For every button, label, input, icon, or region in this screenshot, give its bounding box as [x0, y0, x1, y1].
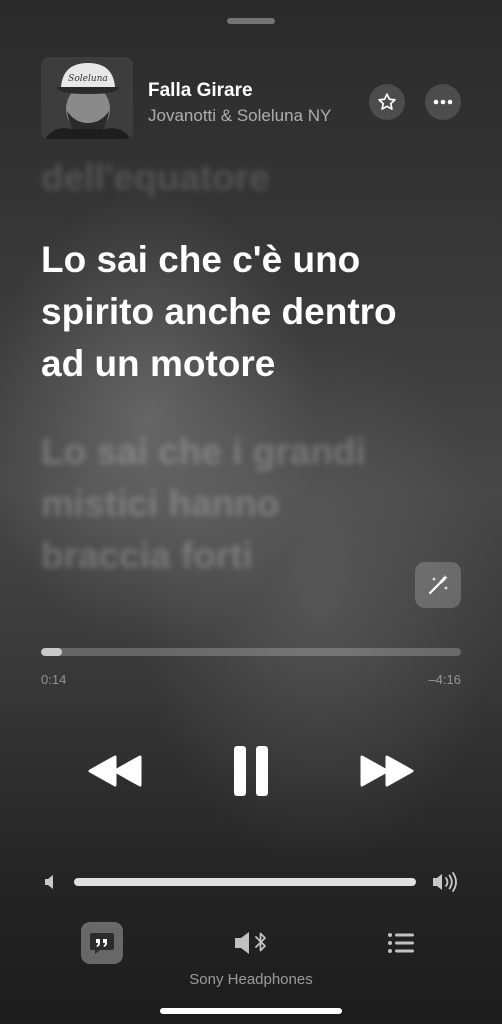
- volume-slider[interactable]: [74, 878, 416, 886]
- home-indicator[interactable]: [160, 1008, 342, 1014]
- pause-icon: [234, 746, 268, 796]
- queue-button[interactable]: [384, 928, 418, 958]
- lyric-current-line: ad un motore: [41, 343, 276, 384]
- lyrics-quote-icon: [90, 933, 114, 954]
- magic-wand-icon: [428, 575, 448, 595]
- lyric-next-line[interactable]: braccia forti: [41, 530, 253, 582]
- output-device-button[interactable]: [228, 926, 274, 960]
- album-art[interactable]: Soleluna: [41, 57, 133, 139]
- remaining-time: –4:16: [428, 672, 461, 687]
- bluetooth-speaker-icon: [235, 932, 266, 954]
- lyric-next-line[interactable]: Lo sai che i grandi: [41, 426, 366, 478]
- rewind-button[interactable]: [86, 752, 144, 790]
- speaker-low-icon: [45, 875, 53, 889]
- lyric-current[interactable]: Lo sai che c'è uno spirito anche dentro …: [41, 234, 481, 390]
- playback-progress-fill: [41, 648, 62, 656]
- song-artist[interactable]: Jovanotti & Soleluna NY: [148, 106, 331, 126]
- lyric-next-line[interactable]: mistici hanno: [41, 478, 279, 530]
- lyric-current-line: Lo sai che c'è uno: [41, 239, 361, 280]
- volume-level-fill: [74, 878, 416, 886]
- ellipsis-icon: [433, 99, 453, 105]
- favorite-button[interactable]: [369, 84, 405, 120]
- fast-forward-button[interactable]: [358, 752, 416, 790]
- queue-list-icon: [388, 933, 414, 953]
- sheet-grabber[interactable]: [227, 18, 275, 24]
- now-playing-screen: Soleluna Falla Girare Jovanotti & Solelu…: [0, 0, 502, 1024]
- speaker-high-icon: [433, 872, 457, 892]
- playback-scrubber[interactable]: [41, 648, 461, 656]
- lyric-previous-line[interactable]: dell'equatore: [41, 152, 270, 204]
- more-button[interactable]: [425, 84, 461, 120]
- lyrics-effects-button[interactable]: [415, 562, 461, 608]
- output-device-label: Sony Headphones: [189, 971, 313, 988]
- fast-forward-icon: [360, 755, 414, 787]
- lyric-current-line: spirito anche dentro: [41, 291, 397, 332]
- elapsed-time: 0:14: [41, 672, 67, 687]
- album-art-image: Soleluna: [41, 57, 133, 139]
- lyrics-button[interactable]: [81, 922, 123, 964]
- pause-button[interactable]: [226, 744, 276, 798]
- star-icon: [378, 93, 396, 110]
- song-title[interactable]: Falla Girare: [148, 80, 253, 102]
- rewind-icon: [88, 755, 142, 787]
- cap-text: Soleluna: [68, 74, 108, 84]
